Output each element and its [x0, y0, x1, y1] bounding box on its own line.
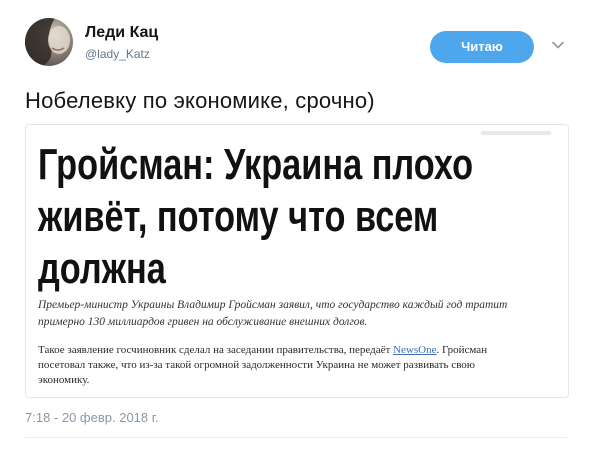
divider — [25, 437, 567, 438]
user-handle[interactable]: @lady_Katz — [85, 47, 150, 61]
source-link[interactable]: NewsOne — [393, 344, 436, 356]
body-line-text: Такое заявление госчиновник сделал на за… — [38, 344, 391, 356]
display-name[interactable]: Леди Кац — [85, 24, 158, 42]
tweet-text: Нобелевку по экономике, срочно) — [25, 88, 375, 113]
headline-line: живёт, потому что всем — [38, 192, 439, 241]
news-lede: Премьер-министр Украины Владимир Гройсма… — [38, 297, 558, 331]
lede-line: примерно 130 миллиардов гривен на обслуж… — [38, 316, 368, 328]
body-line: экономику. — [38, 374, 90, 386]
attached-news-screenshot[interactable]: Гройсман: Украина плохо живёт, потому чт… — [25, 124, 569, 398]
tweet: Леди Кац @lady_Katz Читаю Нобелевку по э… — [0, 0, 600, 450]
body-line: Такое заявление госчиновник сделал на за… — [38, 343, 558, 358]
headline-line: Гройсман: Украина плохо — [38, 140, 474, 189]
lede-line: Премьер-министр Украины Владимир Гройсма… — [38, 299, 508, 311]
card-top-decoration — [481, 131, 551, 135]
chevron-down-icon[interactable] — [551, 38, 565, 52]
follow-button[interactable]: Читаю — [430, 31, 534, 63]
avatar[interactable] — [25, 18, 73, 66]
headline-line: должна — [38, 244, 166, 293]
avatar-image — [25, 18, 70, 66]
body-line-tail: . Гройсман — [436, 344, 488, 356]
tweet-timestamp[interactable]: 7:18 - 20 февр. 2018 г. — [25, 410, 159, 425]
news-body: Такое заявление госчиновник сделал на за… — [38, 343, 558, 388]
body-line: посетовал также, что из-за такой огромно… — [38, 359, 476, 371]
news-headline: Гройсман: Украина плохо живёт, потому чт… — [38, 139, 474, 295]
